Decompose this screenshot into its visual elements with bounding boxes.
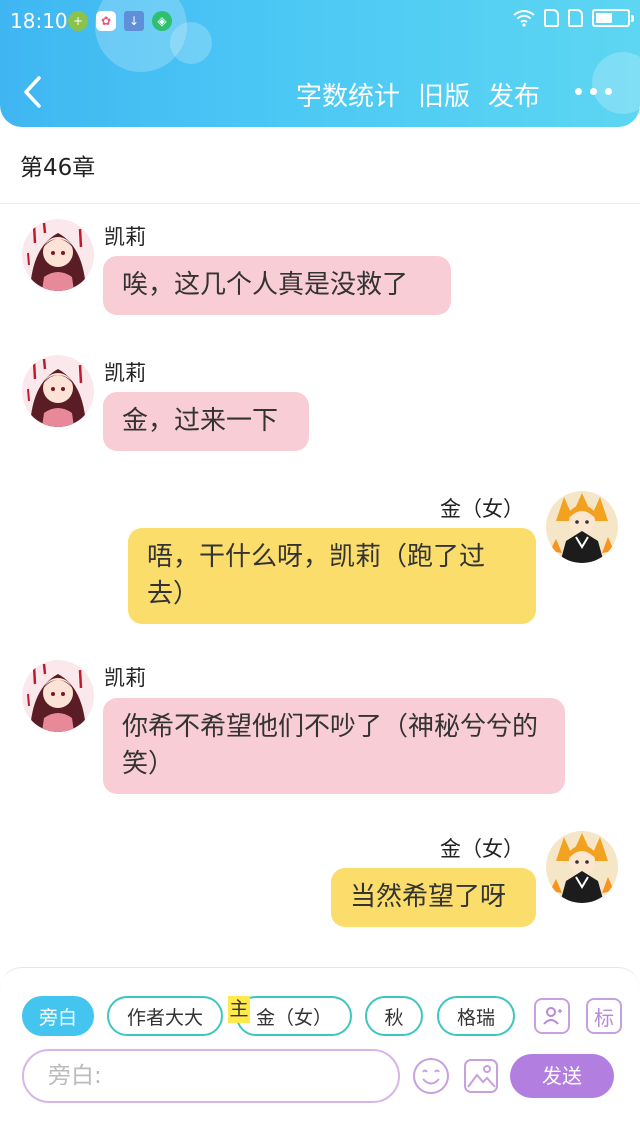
avatar[interactable] bbox=[22, 219, 94, 291]
status-bar: 18:10 + ✿ ↓ ◈ bbox=[0, 0, 640, 44]
speaker-name: 凯莉 bbox=[104, 361, 146, 385]
role-chip-author[interactable]: 作者大大 bbox=[107, 996, 223, 1036]
mark-icon[interactable]: 标 bbox=[586, 998, 622, 1034]
wifi-icon bbox=[513, 10, 535, 27]
download-icon: ↓ bbox=[124, 11, 144, 31]
status-time: 18:10 bbox=[10, 9, 68, 33]
message-bubble[interactable]: 唔，干什么呀，凯莉（跑了过去） bbox=[128, 528, 536, 624]
chapter-title[interactable]: 第46章 bbox=[20, 148, 95, 182]
role-chip-grey[interactable]: 格瑞 bbox=[437, 996, 515, 1036]
avatar[interactable] bbox=[546, 491, 618, 563]
role-chip-jin[interactable]: 金（女） bbox=[236, 996, 352, 1036]
battery-icon bbox=[592, 9, 634, 27]
add-character-icon[interactable] bbox=[534, 998, 570, 1034]
message-bubble[interactable]: 金，过来一下 bbox=[103, 392, 309, 451]
avatar[interactable] bbox=[546, 831, 618, 903]
security-icon: ◈ bbox=[152, 11, 172, 31]
sim-card-icon bbox=[544, 9, 559, 27]
app-header: 18:10 + ✿ ↓ ◈ 字数统计 旧版 发布 bbox=[0, 0, 640, 127]
header-actions: 字数统计 旧版 发布 bbox=[296, 76, 540, 113]
role-chip-qiu[interactable]: 秋 bbox=[365, 996, 423, 1036]
speaker-name: 凯莉 bbox=[104, 666, 146, 690]
sim-card-icon bbox=[568, 9, 583, 27]
image-icon[interactable] bbox=[462, 1057, 500, 1095]
publish-button[interactable]: 发布 bbox=[488, 76, 540, 113]
back-arrow-icon[interactable] bbox=[20, 74, 44, 110]
decorative-bubble bbox=[592, 52, 640, 114]
gallery-notification-icon: ✿ bbox=[96, 11, 116, 31]
send-button[interactable]: 发送 bbox=[510, 1054, 614, 1098]
message-bubble[interactable]: 当然希望了呀 bbox=[331, 868, 536, 927]
speaker-name: 金（女） bbox=[440, 837, 524, 861]
avatar[interactable] bbox=[22, 355, 94, 427]
divider bbox=[0, 203, 640, 204]
role-chip-narration[interactable]: 旁白 bbox=[22, 996, 94, 1036]
emoji-icon[interactable] bbox=[412, 1057, 450, 1095]
protagonist-tag: 主 bbox=[228, 996, 250, 1023]
message-bubble[interactable]: 唉，这几个人真是没救了 bbox=[103, 256, 451, 315]
message-input[interactable]: 旁白: bbox=[22, 1049, 400, 1103]
speaker-name: 凯莉 bbox=[104, 225, 146, 249]
speaker-name: 金（女） bbox=[440, 497, 524, 521]
old-version-button[interactable]: 旧版 bbox=[418, 76, 470, 113]
app-notification-icon: + bbox=[68, 11, 88, 31]
avatar[interactable] bbox=[22, 660, 94, 732]
more-options-icon[interactable] bbox=[575, 88, 612, 95]
word-count-button[interactable]: 字数统计 bbox=[296, 76, 400, 113]
message-bubble[interactable]: 你希不希望他们不吵了（神秘兮兮的笑） bbox=[103, 698, 565, 794]
